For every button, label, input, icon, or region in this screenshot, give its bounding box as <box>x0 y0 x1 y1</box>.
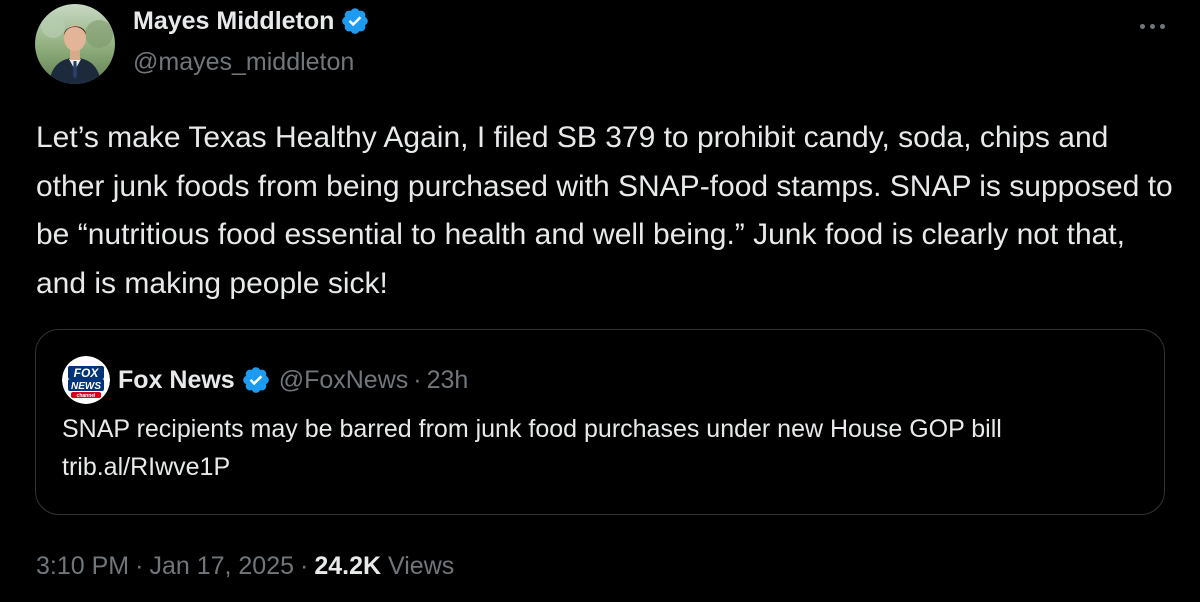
verified-badge-icon <box>241 365 271 395</box>
quoted-author-handle[interactable]: @FoxNews <box>279 366 409 395</box>
author-name[interactable]: Mayes Middleton <box>133 6 370 36</box>
tweet-container: Mayes Middleton @mayes_middleton Let’s m… <box>0 0 1200 602</box>
views-label: Views <box>388 552 455 580</box>
author-handle[interactable]: @mayes_middleton <box>133 48 354 77</box>
verified-badge-icon <box>340 6 370 36</box>
author-avatar[interactable] <box>35 4 115 84</box>
quoted-separator: · <box>413 365 422 394</box>
author-name-text: Mayes Middleton <box>133 6 335 35</box>
quoted-tweet-text: SNAP recipients may be barred from junk … <box>62 415 1002 481</box>
views-count[interactable]: 24.2K <box>314 552 381 580</box>
news-logo-text: NEWS <box>71 381 101 392</box>
more-dot-icon <box>1139 23 1145 29</box>
quoted-timestamp[interactable]: 23h <box>427 366 469 395</box>
quoted-author-name[interactable]: Fox News <box>118 366 235 395</box>
quoted-tweet-header: FOX NEWS channel Fox News @FoxNews · 23h <box>62 356 468 404</box>
person-avatar-icon <box>35 4 115 84</box>
more-dot-icon <box>1159 23 1165 29</box>
tweet-text: Let’s make Texas Healthy Again, I filed … <box>36 121 1173 300</box>
meta-separator: · <box>300 552 309 580</box>
tweet-date[interactable]: Jan 17, 2025 <box>149 552 294 580</box>
tweet-meta: 3:10 PM · Jan 17, 2025 · 24.2K Views <box>36 552 454 581</box>
tweet-time[interactable]: 3:10 PM <box>36 552 129 580</box>
meta-separator: · <box>135 552 144 580</box>
more-dot-icon <box>1149 23 1155 29</box>
fox-news-logo-icon[interactable]: FOX NEWS channel <box>62 356 110 404</box>
more-options-button[interactable] <box>1134 14 1170 38</box>
fox-logo-text: FOX <box>74 366 100 380</box>
quoted-tweet-card[interactable]: FOX NEWS channel Fox News @FoxNews · 23h… <box>35 329 1165 515</box>
channel-logo-text: channel <box>77 393 97 399</box>
